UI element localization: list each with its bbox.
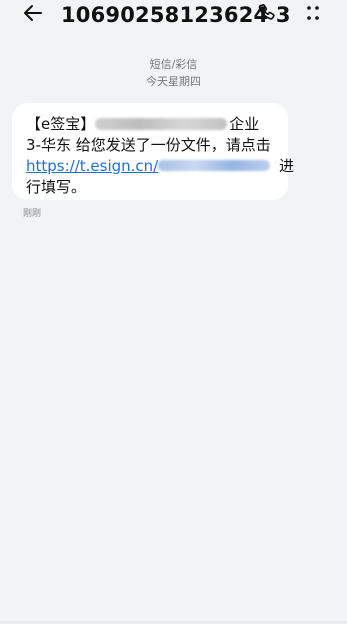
message-line-4: 行填写。 [26, 178, 87, 196]
message-line-1-suffix: 企业 [229, 115, 260, 133]
back-button[interactable] [19, 1, 47, 29]
message-line-3: https://t.esign.cn/ 进 [26, 156, 294, 177]
more-options-icon [303, 3, 323, 27]
signing-link[interactable]: https://t.esign.cn/ [26, 157, 158, 175]
date-divider: 今天星期四 [146, 75, 201, 88]
back-arrow-icon [21, 1, 45, 29]
message-line-2: 3-华东 给您发送了一份文件，请点击 [26, 136, 271, 154]
redacted-company-name [95, 117, 228, 130]
message-bubble[interactable]: 【e签宝】 企业 3-华东 给您发送了一份文件，请点击 https://t.esi… [12, 103, 294, 200]
redacted-link-code [158, 160, 271, 171]
message-line-3-suffix: 进 [274, 157, 295, 175]
phone-icon [256, 2, 278, 28]
more-button[interactable] [300, 2, 326, 28]
message-line-1: 【e签宝】 企业 [26, 114, 274, 135]
call-button[interactable] [254, 2, 280, 28]
message-channel: 短信/彩信 [149, 58, 198, 71]
message-prefix: 【e签宝】 [26, 115, 96, 133]
top-bar: 10690258123624 3 [0, 0, 347, 32]
message-timestamp: 刚刚 [23, 209, 42, 219]
